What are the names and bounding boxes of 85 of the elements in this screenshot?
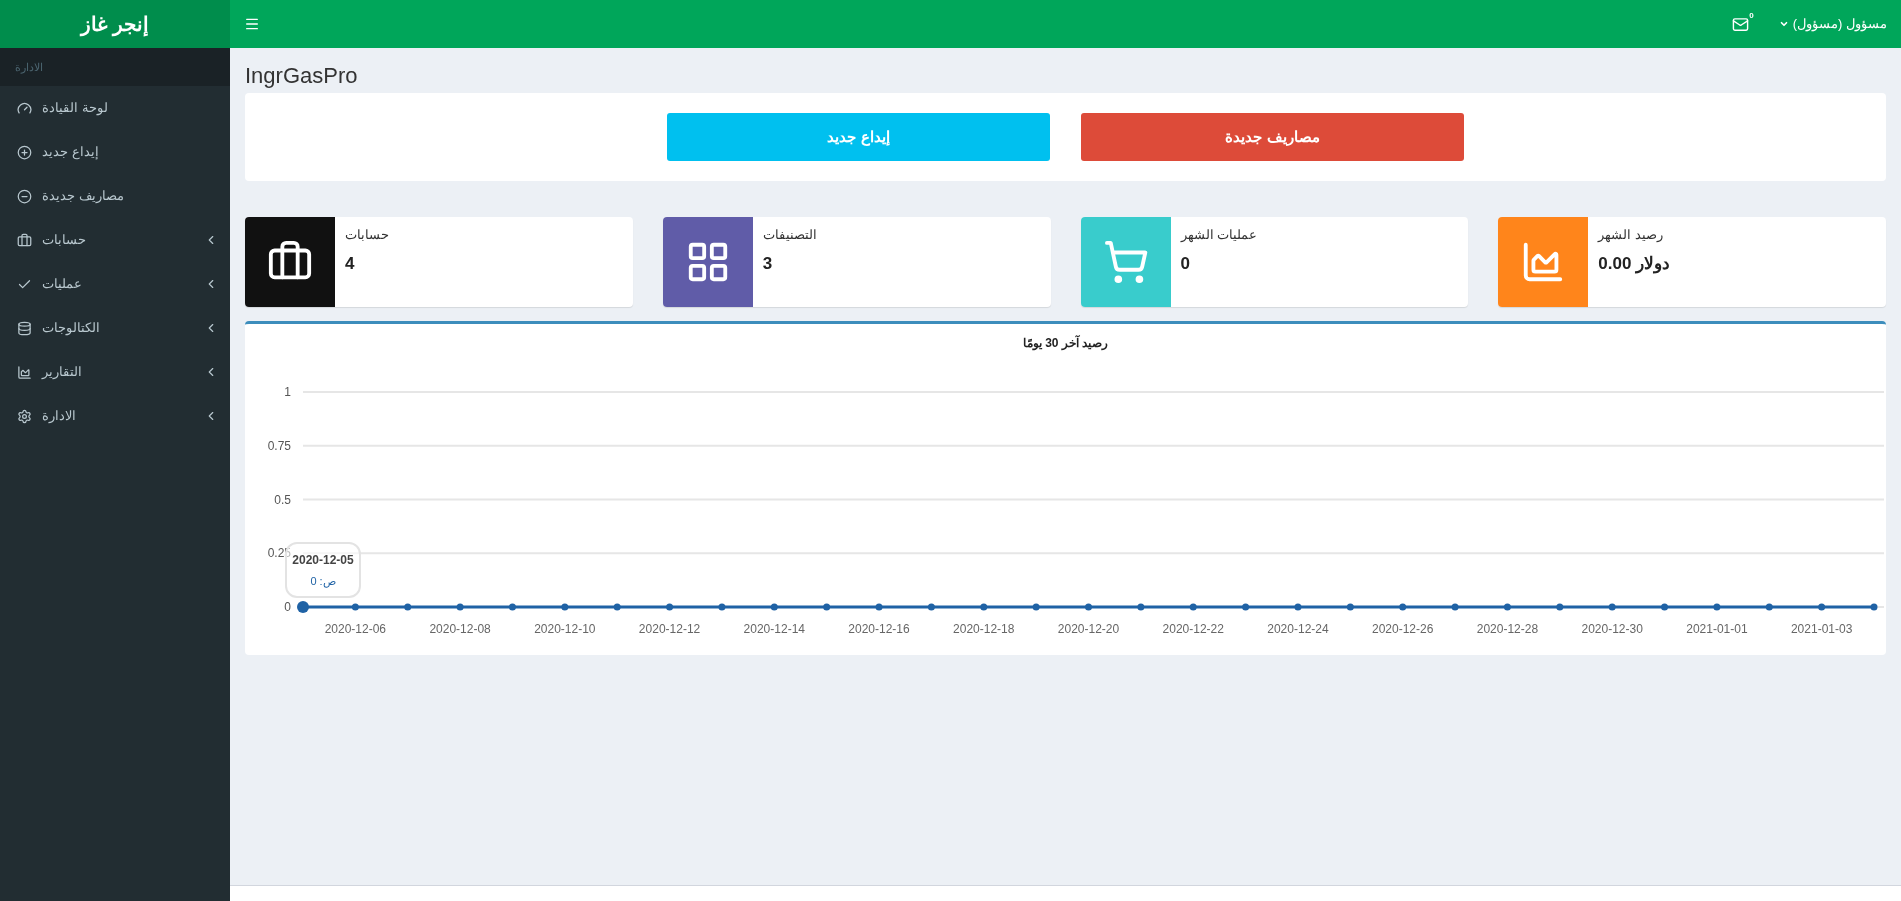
sidebar-item[interactable]: عمليات <box>0 262 230 306</box>
data-point <box>1085 603 1092 611</box>
data-point <box>1137 603 1145 611</box>
caret-icon <box>1778 19 1789 29</box>
sidebar-item[interactable]: الكتالوجات <box>0 306 230 350</box>
info-box-label: عمليات الشهر <box>1180 226 1258 245</box>
brand-logo[interactable]: إنجر غاز <box>0 0 230 48</box>
sidebar-header: الادارة <box>0 48 230 86</box>
data-point <box>1346 603 1354 611</box>
data-point <box>1503 603 1511 611</box>
x-tick-label: 2020-12-22 <box>1162 622 1224 636</box>
info-box-value: 0 <box>1180 252 1191 275</box>
data-point <box>1451 603 1459 611</box>
x-tick-label: 2020-12-14 <box>743 622 805 636</box>
data-point <box>508 603 516 611</box>
data-point <box>561 603 569 611</box>
data-point <box>613 603 621 611</box>
tooltip-value: ص: 0 <box>310 573 336 590</box>
data-point <box>666 603 674 611</box>
x-tick-label: 2020-12-08 <box>429 622 491 636</box>
cart-icon <box>1102 239 1149 285</box>
dashboard-icon <box>17 100 32 116</box>
data-point <box>404 603 412 611</box>
data-point <box>297 601 309 613</box>
data-point <box>1294 603 1302 611</box>
minus-circle-icon <box>17 188 32 204</box>
sidebar-item[interactable]: مصاريف جديدة <box>0 174 230 218</box>
plus-circle-icon <box>17 144 32 160</box>
data-point <box>1608 603 1616 611</box>
info-box-label: التصنيفات <box>762 226 817 244</box>
x-tick-label: 2020-12-10 <box>534 622 596 636</box>
x-tick-label: 2020-12-30 <box>1581 622 1643 636</box>
x-tick-label: 2020-12-26 <box>1372 622 1434 636</box>
data-point <box>1399 603 1407 611</box>
info-box-label: حسابات <box>345 226 389 244</box>
settings-icon <box>17 408 32 424</box>
mail-count: 0 <box>1749 9 1754 22</box>
x-tick-label: 2021-01-03 <box>1790 622 1853 636</box>
x-tick-label: 2021-01-01 <box>1686 622 1748 636</box>
data-point <box>875 603 883 611</box>
sidebar-item[interactable]: حسابات <box>0 218 230 262</box>
data-point <box>1032 603 1040 611</box>
x-tick-label: 2020-12-06 <box>324 622 387 636</box>
x-tick-label: 2020-12-18 <box>953 622 1015 636</box>
action-button[interactable]: مصاريف جديدة <box>1081 113 1464 161</box>
tooltip-date: 2020-12-05 <box>292 551 354 569</box>
info-box-value: 4 <box>345 252 356 275</box>
data-point <box>1713 603 1721 611</box>
sidebar-item[interactable]: التقارير <box>0 350 230 394</box>
data-point <box>927 603 935 611</box>
data-point <box>1765 603 1773 611</box>
info-box-label: رصيد الشهر <box>1598 226 1664 245</box>
x-tick-label: 2020-12-28 <box>1476 622 1539 636</box>
data-point <box>1242 603 1250 611</box>
data-point <box>351 603 359 611</box>
data-point <box>1556 603 1564 611</box>
sidebar-item[interactable]: الادارة <box>0 394 230 438</box>
page-title: IngrGasPro <box>245 62 359 90</box>
y-tick-label: 0.75 <box>267 438 291 453</box>
x-tick-label: 2020-12-12 <box>638 622 701 636</box>
data-point <box>718 603 726 611</box>
menu-icon[interactable] <box>244 16 260 32</box>
x-tick-label: 2020-12-16 <box>848 622 910 636</box>
data-point <box>770 603 778 611</box>
data-point <box>1189 603 1197 611</box>
database-icon <box>17 320 32 336</box>
data-point <box>1870 603 1878 611</box>
sidebar-item[interactable]: إيداع جديد <box>0 130 230 174</box>
data-point <box>980 603 988 611</box>
data-point <box>823 603 831 611</box>
mail-icon[interactable] <box>1731 15 1749 33</box>
data-point <box>456 603 464 611</box>
chart-title: رصيد آخر 30 يومًا <box>1022 334 1109 353</box>
y-tick-label: 0.5 <box>274 492 291 507</box>
data-point <box>1661 603 1669 611</box>
y-tick-label: 1 <box>284 385 291 399</box>
data-point <box>1818 603 1826 611</box>
sidebar-item[interactable]: لوحة القيادة <box>0 86 230 130</box>
x-tick-label: 2020-12-20 <box>1057 622 1120 636</box>
briefcase-icon <box>17 232 32 248</box>
area-chart-icon <box>17 364 32 380</box>
info-box-value: دولار 0.00 <box>1598 252 1671 276</box>
x-tick-label: 2020-12-24 <box>1267 622 1329 636</box>
y-tick-label: 0 <box>284 600 291 614</box>
info-box-value: 3 <box>762 252 774 275</box>
